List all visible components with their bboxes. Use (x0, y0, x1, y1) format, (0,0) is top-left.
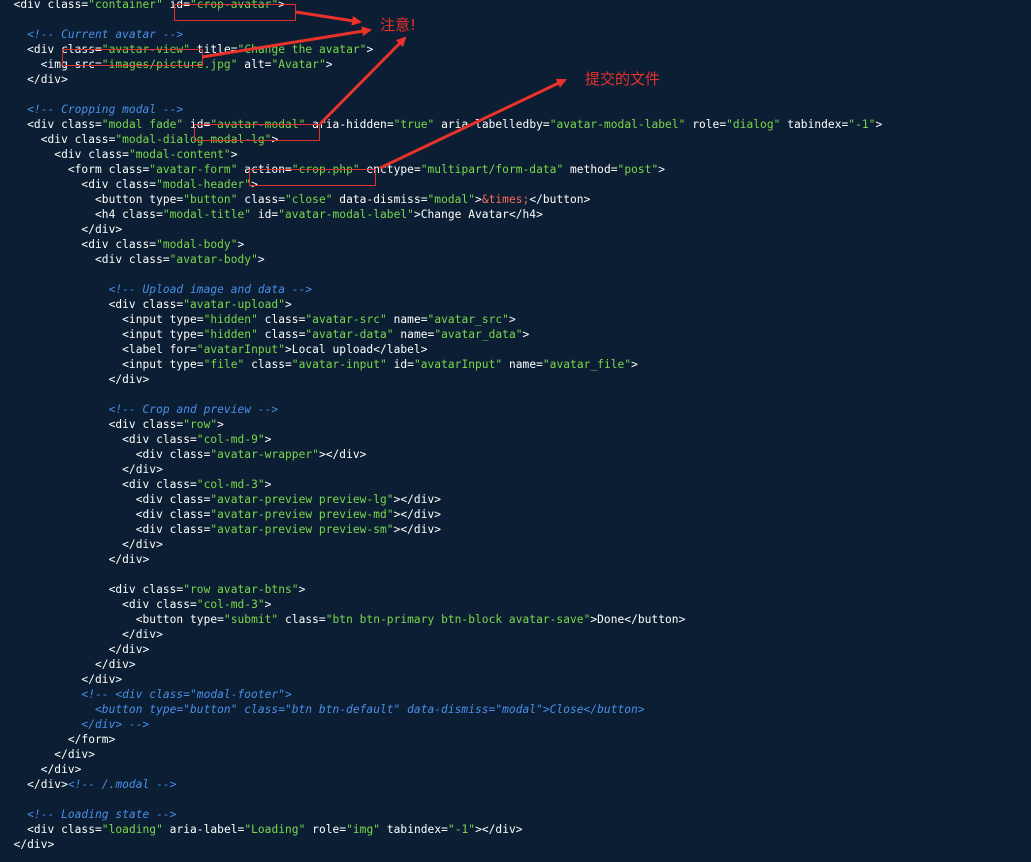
arrow-to-attention-3 (318, 36, 407, 126)
annotation-arrows (201, 10, 567, 170)
note-attention: 注意! (380, 16, 417, 34)
arrow-to-attention-2 (201, 26, 372, 59)
note-submitted-file: 提交的文件 (585, 70, 661, 88)
arrow-to-submitted-file (379, 78, 567, 170)
arrow-to-attention-1 (295, 10, 362, 26)
